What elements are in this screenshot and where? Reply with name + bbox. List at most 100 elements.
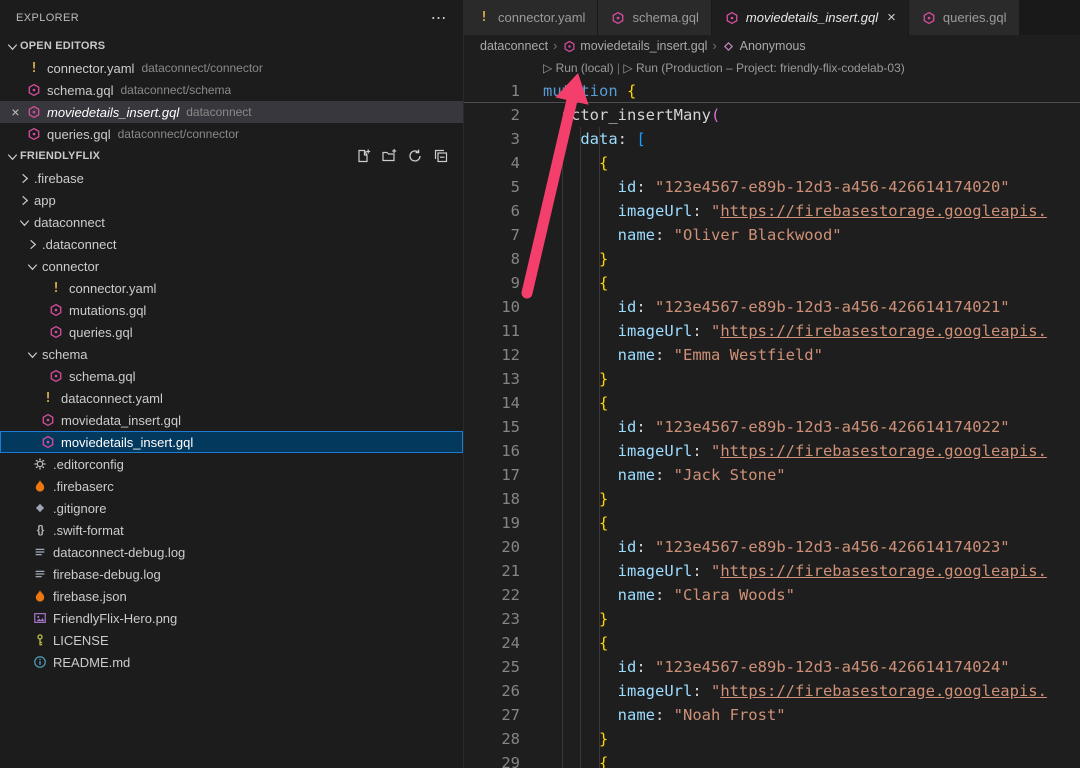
tree-item-editorconfig[interactable]: .editorconfig <box>0 453 463 475</box>
chevron-right-icon <box>16 192 32 208</box>
new-folder-icon[interactable] <box>380 148 397 165</box>
close-icon[interactable]: × <box>8 104 23 120</box>
code-line-4[interactable]: 4 { <box>464 151 1080 175</box>
code-line-2[interactable]: 2 actor_insertMany( <box>464 103 1080 127</box>
open-editor-path: dataconnect/connector <box>141 61 262 75</box>
tree-item-label: connector.yaml <box>69 281 156 296</box>
code-line-16[interactable]: 16 imageUrl: "https://firebasestorage.go… <box>464 439 1080 463</box>
code-line-1[interactable]: 1mutation { <box>464 79 1080 103</box>
breadcrumb[interactable]: dataconnect›moviedetails_insert.gql›Anon… <box>464 35 1080 57</box>
tree-item-dataconnect-debug-log[interactable]: dataconnect-debug.log <box>0 541 463 563</box>
tree-item-dataconnect-yaml[interactable]: !dataconnect.yaml <box>0 387 463 409</box>
code-line-7[interactable]: 7 name: "Oliver Blackwood" <box>464 223 1080 247</box>
tree-item-queries-gql[interactable]: queries.gql <box>0 321 463 343</box>
tree-item-swift-format[interactable]: {}.swift-format <box>0 519 463 541</box>
chevron-down-icon <box>24 346 40 362</box>
tree-item-connector-yaml[interactable]: !connector.yaml <box>0 277 463 299</box>
code-line-22[interactable]: 22 name: "Clara Woods" <box>464 583 1080 607</box>
code-line-25[interactable]: 25 id: "123e4567-e89b-12d3-a456-42661417… <box>464 655 1080 679</box>
tree-item-firebase-json[interactable]: firebase.json <box>0 585 463 607</box>
code-line-6[interactable]: 6 imageUrl: "https://firebasestorage.goo… <box>464 199 1080 223</box>
tree-item-connector[interactable]: connector <box>0 255 463 277</box>
tree-item-label: moviedetails_insert.gql <box>61 435 193 450</box>
open-editor-queries-gql[interactable]: queries.gqldataconnect/connector <box>0 123 463 145</box>
graphql-icon <box>48 368 64 384</box>
open-editor-label: connector.yaml <box>47 61 134 76</box>
line-number: 23 <box>464 607 520 631</box>
open-editors-header[interactable]: OPEN EDITORS <box>0 35 463 57</box>
more-actions-icon[interactable]: ⋯ <box>431 8 447 28</box>
tree-item-mutations-gql[interactable]: mutations.gql <box>0 299 463 321</box>
code-line-18[interactable]: 18 } <box>464 487 1080 511</box>
breadcrumb-item-anonymous[interactable]: Anonymous <box>722 39 806 53</box>
tree-item-schema-gql[interactable]: schema.gql <box>0 365 463 387</box>
code-line-5[interactable]: 5 id: "123e4567-e89b-12d3-a456-426614174… <box>464 175 1080 199</box>
code-line-content: } <box>543 247 608 271</box>
tab-connector-yaml[interactable]: !connector.yaml <box>464 0 598 35</box>
graphql-icon <box>921 10 937 26</box>
collapse-all-icon[interactable] <box>432 148 449 165</box>
code-line-content: } <box>543 487 608 511</box>
code-line-8[interactable]: 8 } <box>464 247 1080 271</box>
code-line-19[interactable]: 19 { <box>464 511 1080 535</box>
close-icon[interactable]: × <box>887 9 896 26</box>
tree-item-moviedetails-insert-gql[interactable]: moviedetails_insert.gql <box>0 431 463 453</box>
new-file-icon[interactable] <box>354 148 371 165</box>
code-line-26[interactable]: 26 imageUrl: "https://firebasestorage.go… <box>464 679 1080 703</box>
code-line-28[interactable]: 28 } <box>464 727 1080 751</box>
breadcrumb-item-moviedetails-insert-gql[interactable]: moviedetails_insert.gql <box>562 39 707 53</box>
tree-item-label: firebase.json <box>53 589 127 604</box>
open-editor-schema-gql[interactable]: schema.gqldataconnect/schema <box>0 79 463 101</box>
code-line-20[interactable]: 20 id: "123e4567-e89b-12d3-a456-42661417… <box>464 535 1080 559</box>
refresh-icon[interactable] <box>406 148 423 165</box>
tree-item-app[interactable]: app <box>0 189 463 211</box>
tree-item-label: LICENSE <box>53 633 109 648</box>
code-line-14[interactable]: 14 { <box>464 391 1080 415</box>
open-editor-moviedetails-insert-gql[interactable]: ×moviedetails_insert.gqldataconnect <box>0 101 463 123</box>
code-line-17[interactable]: 17 name: "Jack Stone" <box>464 463 1080 487</box>
editor-region: !connector.yamlschema.gqlmoviedetails_in… <box>464 0 1080 768</box>
file-tree: .firebaseappdataconnect.dataconnect conne… <box>0 167 463 673</box>
tree-item-friendlyflix-hero-png[interactable]: FriendlyFlix-Hero.png <box>0 607 463 629</box>
code-line-9[interactable]: 9 { <box>464 271 1080 295</box>
tab-bar: !connector.yamlschema.gqlmoviedetails_in… <box>464 0 1080 35</box>
code-editor[interactable]: 1mutation {2 actor_insertMany(3 data: [4… <box>464 79 1080 768</box>
code-line-21[interactable]: 21 imageUrl: "https://firebasestorage.go… <box>464 559 1080 583</box>
code-line-27[interactable]: 27 name: "Noah Frost" <box>464 703 1080 727</box>
tree-item-label: connector <box>42 259 99 274</box>
breadcrumb-separator: › <box>553 39 557 53</box>
code-line-content: name: "Oliver Blackwood" <box>543 223 842 247</box>
code-line-24[interactable]: 24 { <box>464 631 1080 655</box>
workspace-header[interactable]: FRIENDLYFLIX <box>0 145 463 167</box>
breadcrumb-item-dataconnect[interactable]: dataconnect <box>480 39 548 53</box>
tree-item-firebase[interactable]: .firebase <box>0 167 463 189</box>
code-line-23[interactable]: 23 } <box>464 607 1080 631</box>
run-production-link[interactable]: ▷ Run (Production – Project: friendly-fl… <box>623 61 904 75</box>
code-line-12[interactable]: 12 name: "Emma Westfield" <box>464 343 1080 367</box>
code-line-15[interactable]: 15 id: "123e4567-e89b-12d3-a456-42661417… <box>464 415 1080 439</box>
tree-item-firebaserc[interactable]: .firebaserc <box>0 475 463 497</box>
open-editor-connector-yaml[interactable]: !connector.yamldataconnect/connector <box>0 57 463 79</box>
line-number: 9 <box>464 271 520 295</box>
tab-label: queries.gql <box>943 10 1007 25</box>
tab-moviedetails-insert-gql[interactable]: moviedetails_insert.gql× <box>712 0 909 35</box>
code-line-29[interactable]: 29 { <box>464 751 1080 768</box>
run-local-link[interactable]: ▷ Run (local) <box>543 61 614 75</box>
code-line-11[interactable]: 11 imageUrl: "https://firebasestorage.go… <box>464 319 1080 343</box>
code-line-10[interactable]: 10 id: "123e4567-e89b-12d3-a456-42661417… <box>464 295 1080 319</box>
graphql-icon <box>26 104 42 120</box>
line-number: 21 <box>464 559 520 583</box>
tree-item-dataconnect[interactable]: dataconnect <box>0 211 463 233</box>
tree-item-gitignore[interactable]: .gitignore <box>0 497 463 519</box>
code-line-13[interactable]: 13 } <box>464 367 1080 391</box>
code-line-3[interactable]: 3 data: [ <box>464 127 1080 151</box>
tree-item-firebase-debug-log[interactable]: firebase-debug.log <box>0 563 463 585</box>
tree-item-schema[interactable]: schema <box>0 343 463 365</box>
line-number: 1 <box>464 79 520 102</box>
tab-schema-gql[interactable]: schema.gql <box>598 0 711 35</box>
tree-item-moviedata-insert-gql[interactable]: moviedata_insert.gql <box>0 409 463 431</box>
tree-item-readme-md[interactable]: README.md <box>0 651 463 673</box>
tree-item-license[interactable]: LICENSE <box>0 629 463 651</box>
tree-item-dataconnect[interactable]: .dataconnect <box>0 233 463 255</box>
tab-queries-gql[interactable]: queries.gql <box>909 0 1020 35</box>
